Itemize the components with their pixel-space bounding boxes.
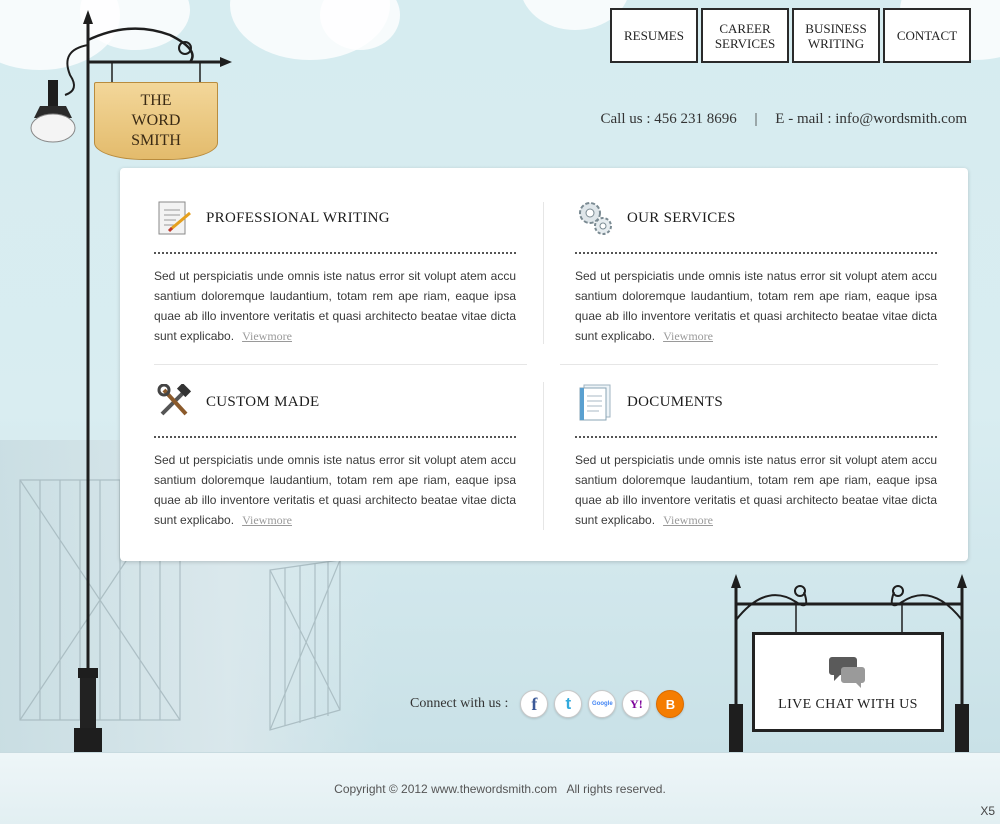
dotted-divider	[154, 436, 516, 438]
section-body: Sed ut perspiciatis unde omnis iste natu…	[154, 450, 516, 530]
section-body: Sed ut perspiciatis unde omnis iste natu…	[575, 266, 937, 346]
top-nav: RESUMES CAREER SERVICES BUSINESS WRITING…	[610, 8, 971, 63]
section-our-services: OUR SERVICES Sed ut perspiciatis unde om…	[575, 198, 937, 346]
section-body: Sed ut perspiciatis unde omnis iste natu…	[154, 266, 516, 346]
row-divider	[154, 364, 527, 365]
blogger-icon[interactable]: B	[656, 690, 685, 718]
twitter-icon[interactable]: t	[554, 690, 583, 718]
copyright-text: Copyright © 2012 www.thewordsmith.com Al…	[334, 782, 666, 796]
content-panel: PROFESSIONAL WRITING Sed ut perspiciatis…	[120, 168, 968, 561]
column-divider	[543, 382, 544, 530]
section-body: Sed ut perspiciatis unde omnis iste natu…	[575, 450, 937, 530]
contact-separator: |	[754, 111, 758, 127]
section-body-text: Sed ut perspiciatis unde omnis iste natu…	[575, 269, 937, 343]
gears-icon	[575, 198, 615, 238]
yahoo-glyph: Y!	[630, 696, 643, 711]
live-chat-button[interactable]: LIVE CHAT WITH US	[752, 632, 944, 732]
dotted-divider	[575, 436, 937, 438]
viewmore-link[interactable]: Viewmore	[242, 513, 292, 527]
facebook-icon[interactable]: f	[520, 690, 549, 718]
section-custom-made: CUSTOM MADE Sed ut perspiciatis unde omn…	[154, 382, 516, 530]
section-body-text: Sed ut perspiciatis unde omnis iste natu…	[154, 269, 516, 343]
chat-bubbles-icon	[829, 657, 865, 688]
tools-icon	[154, 382, 194, 422]
connect-label: Connect with us :	[410, 696, 509, 711]
logo-line-3: SMITH	[131, 132, 181, 149]
section-title: DOCUMENTS	[627, 393, 724, 410]
column-divider	[543, 202, 544, 344]
nav-label: CAREER SERVICES	[714, 20, 776, 51]
nav-label: BUSINESS WRITING	[805, 20, 867, 51]
section-documents: DOCUMENTS Sed ut perspiciatis unde omnis…	[575, 382, 937, 530]
logo-line-2: WORD	[131, 112, 181, 129]
section-body-text: Sed ut perspiciatis unde omnis iste natu…	[154, 453, 516, 527]
nav-resumes[interactable]: RESUMES	[610, 8, 698, 63]
logo-line-1: THE	[140, 92, 172, 109]
email-text[interactable]: E - mail : info@wordsmith.com	[775, 111, 967, 127]
logo-sign[interactable]: THE WORD SMITH	[94, 82, 218, 160]
yahoo-icon[interactable]: Y!	[622, 690, 651, 718]
phone-text: Call us : 456 231 8696	[600, 111, 737, 127]
section-title: PROFESSIONAL WRITING	[206, 209, 390, 226]
facebook-glyph: f	[531, 693, 538, 714]
section-title: CUSTOM MADE	[206, 393, 320, 410]
social-connect: Connect with us : f t Google Y! B	[410, 690, 690, 718]
section-body-text: Sed ut perspiciatis unde omnis iste natu…	[575, 453, 937, 527]
viewmore-link[interactable]: Viewmore	[663, 329, 713, 343]
documents-icon	[575, 382, 615, 422]
corner-mark: X5	[980, 804, 995, 818]
contact-info: Call us : 456 231 8696 | E - mail : info…	[601, 111, 968, 128]
section-title: OUR SERVICES	[627, 209, 736, 226]
nav-career-services[interactable]: CAREER SERVICES	[701, 8, 789, 63]
nav-label: RESUMES	[624, 28, 684, 43]
nav-label: CONTACT	[896, 28, 958, 43]
document-pencil-icon	[154, 198, 194, 238]
nav-business-writing[interactable]: BUSINESS WRITING	[792, 8, 880, 63]
google-icon[interactable]: Google	[588, 690, 617, 718]
live-chat-label: LIVE CHAT WITH US	[778, 697, 918, 712]
nav-contact[interactable]: CONTACT	[883, 8, 971, 63]
viewmore-link[interactable]: Viewmore	[242, 329, 292, 343]
dotted-divider	[575, 252, 937, 254]
blogger-glyph: B	[665, 696, 676, 712]
dotted-divider	[154, 252, 516, 254]
twitter-glyph: t	[565, 694, 572, 713]
footer: Copyright © 2012 www.thewordsmith.com Al…	[0, 752, 1000, 824]
section-professional-writing: PROFESSIONAL WRITING Sed ut perspiciatis…	[154, 198, 516, 346]
google-glyph: Google	[592, 701, 613, 707]
viewmore-link[interactable]: Viewmore	[663, 513, 713, 527]
row-divider	[560, 364, 938, 365]
